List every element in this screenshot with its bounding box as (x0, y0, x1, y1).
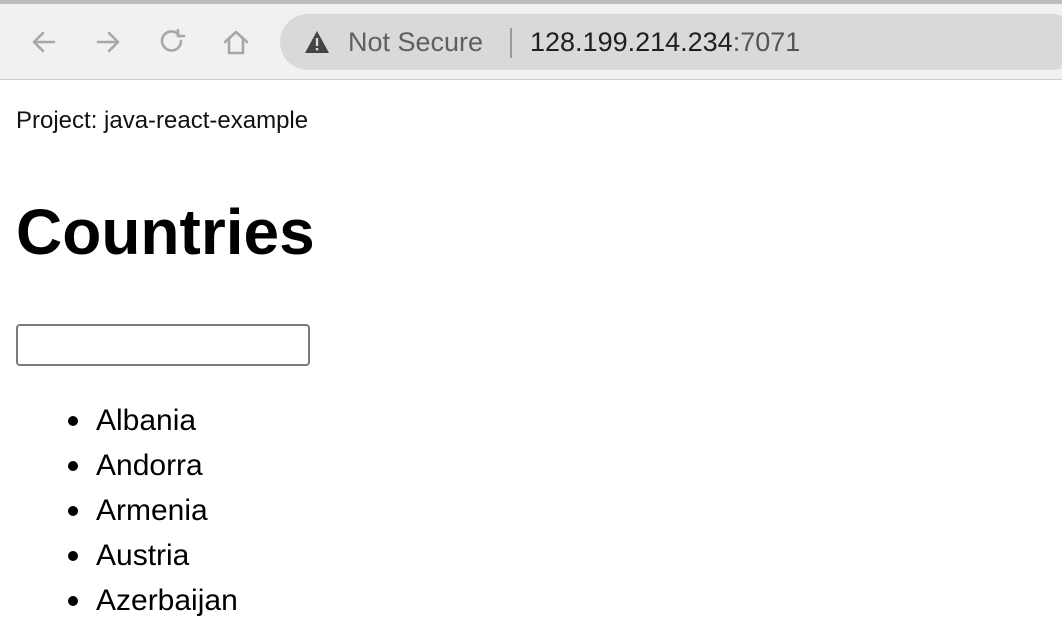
bullet-icon (68, 506, 78, 516)
bullet-icon (68, 596, 78, 606)
home-icon (223, 30, 249, 55)
country-list-item: Austria (68, 533, 1046, 578)
country-list: Albania Andorra Armenia Austria Azerbaij… (16, 398, 1046, 623)
security-status-label[interactable]: Not Secure (348, 26, 483, 58)
warning-triangle-icon[interactable] (304, 30, 330, 54)
country-name: Albania (96, 404, 197, 437)
page-title: Countries (16, 196, 315, 268)
bullet-icon (68, 416, 78, 426)
country-list-item: Armenia (68, 488, 1046, 533)
page-content: Project: java-react-example Countries Al… (16, 104, 1046, 623)
url-host: 128.199.214.234 (530, 27, 733, 57)
url-text[interactable]: 128.199.214.234:7071 (530, 26, 800, 58)
country-name: Armenia (96, 494, 208, 527)
country-filter-input[interactable] (16, 324, 310, 366)
reload-button[interactable] (152, 22, 192, 62)
address-bar[interactable]: Not Secure 128.199.214.234:7071 (280, 14, 1062, 70)
forward-button[interactable] (88, 22, 128, 62)
reload-icon (160, 28, 186, 52)
url-port: :7071 (732, 27, 801, 57)
country-list-item: Albania (68, 398, 1046, 443)
project-label: Project: java-react-example (16, 107, 309, 134)
omnibox-divider (510, 28, 512, 58)
back-button[interactable] (24, 22, 64, 62)
back-arrow-icon (32, 31, 56, 53)
country-name: Andorra (96, 449, 203, 482)
forward-arrow-icon (96, 31, 120, 53)
country-list-item: Andorra (68, 443, 1046, 488)
bullet-icon (68, 461, 78, 471)
country-name: Austria (96, 539, 190, 572)
window-top-edge (0, 0, 1062, 4)
home-button[interactable] (216, 22, 256, 62)
bullet-icon (68, 551, 78, 561)
browser-toolbar: Not Secure 128.199.214.234:7071 (0, 0, 1062, 80)
country-name: Azerbaijan (96, 584, 238, 617)
country-list-item: Azerbaijan (68, 578, 1046, 623)
